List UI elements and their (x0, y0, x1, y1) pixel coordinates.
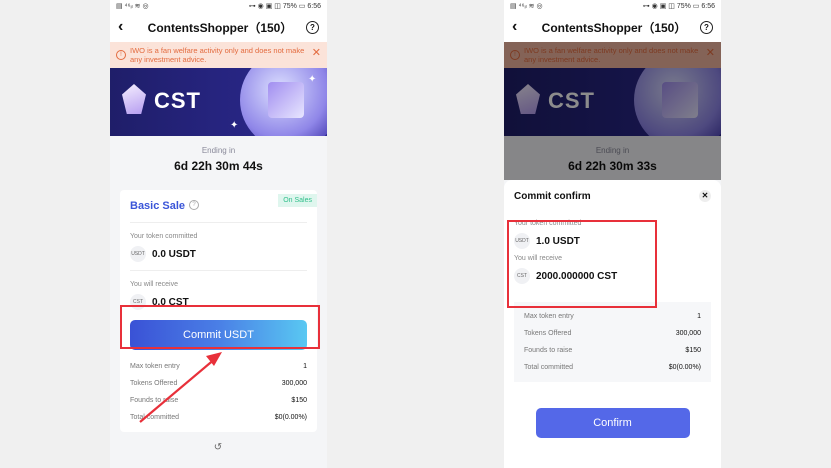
usdt-token-icon: USDT (130, 246, 146, 262)
detail-row: Tokens Offered 300,000 (524, 325, 701, 342)
detail-row: Max token entry 1 (130, 358, 307, 375)
refresh-icon[interactable]: ↺ (210, 442, 226, 458)
confirm-details: Max token entry 1 Tokens Offered 300,000 F… (514, 302, 711, 382)
row-value: $0(0.00%) (274, 414, 307, 421)
detail-row: Tokens Offered 300,000 (130, 375, 307, 392)
row-value: $150 (685, 347, 701, 354)
page-title: ContentsShopper（150） (541, 20, 687, 35)
help-icon[interactable]: ? (306, 20, 319, 34)
status-right: ⊶ ◉ ▣ ◫ 75% ▭ 6:56 (642, 3, 715, 10)
row-value: 1 (303, 363, 307, 370)
status-bar: ▤ ⁴⁶ᵢₗ ≋ ◎ ⊶ ◉ ▣ ◫ 75% ▭ 6:56 (110, 0, 327, 12)
row-value: 300,000 (675, 330, 701, 337)
ending-label: Ending in (201, 146, 236, 155)
back-icon[interactable]: ‹ (118, 18, 134, 36)
help-icon[interactable]: ? (700, 20, 713, 34)
receive-label: You will receive (130, 281, 178, 288)
row-label: Max token entry (130, 363, 180, 370)
divider (130, 270, 307, 271)
row-value: 300,000 (281, 380, 307, 387)
row-label: Max token entry (524, 313, 574, 320)
highlight-commit-summary (507, 220, 657, 308)
countdown: Ending in 6d 22h 30m 44s (110, 136, 327, 190)
notice-text: IWO is a fan welfare activity only and d… (130, 46, 305, 64)
committed-value: 0.0 USDT (152, 248, 196, 260)
row-label: Total committed (130, 414, 180, 421)
status-badge: On Sales (278, 194, 317, 207)
detail-row: Total committed $0(0.00%) (130, 409, 307, 426)
nav-bar: ‹ ContentsShopper（150） ? (110, 12, 327, 42)
row-label: Total committed (524, 364, 574, 371)
sheet-title: Commit confirm (514, 190, 591, 202)
detail-row: Founds to raise $150 (130, 392, 307, 409)
detail-row: Total committed $0(0.00%) (524, 359, 701, 376)
status-left: ▤ ⁴⁶ᵢₗ ≋ ◎ (510, 3, 543, 10)
warning-icon: ! (116, 50, 126, 60)
row-label: Tokens Offered (524, 330, 572, 337)
close-icon[interactable]: ✕ (699, 190, 711, 202)
committed-label: Your token committed (130, 233, 198, 240)
cube-graphic (268, 82, 304, 118)
brand-logo-text: CST (154, 88, 201, 113)
detail-row: Founds to raise $150 (524, 342, 701, 359)
page-title: ContentsShopper（150） (147, 20, 293, 35)
row-value: 1 (697, 313, 701, 320)
notice-banner: ! IWO is a fan welfare activity only and… (110, 42, 327, 68)
highlight-commit-button (120, 305, 320, 349)
info-icon[interactable]: ? (189, 199, 200, 210)
status-left: ▤ ⁴⁶ᵢₗ ≋ ◎ (116, 3, 149, 10)
ending-time: 6d 22h 30m 44s (174, 159, 263, 173)
detail-row: Max token entry 1 (524, 308, 701, 325)
status-bar: ▤ ⁴⁶ᵢₗ ≋ ◎ ⊶ ◉ ▣ ◫ 75% ▭ 6:56 (504, 0, 721, 12)
sparkle-icon: ✦ (230, 120, 239, 131)
divider (130, 222, 307, 223)
row-value: $150 (291, 397, 307, 404)
modal-overlay[interactable] (504, 42, 721, 180)
sale-details: Max token entry 1 Tokens Offered 300,000 F… (130, 358, 307, 426)
status-right: ⊶ ◉ ▣ ◫ 75% ▭ 6:56 (248, 3, 321, 10)
row-label: Founds to raise (130, 397, 179, 404)
gem-logo-icon (122, 84, 146, 114)
promo-banner: CST ✦ ✦ (110, 68, 327, 136)
row-value: $0(0.00%) (668, 364, 701, 371)
confirm-button[interactable]: Confirm (535, 408, 690, 438)
sale-title: Basic Sale (130, 200, 186, 212)
back-icon[interactable]: ‹ (512, 18, 528, 36)
close-icon[interactable]: ✕ (312, 48, 321, 59)
sparkle-icon: ✦ (308, 74, 317, 85)
row-label: Founds to raise (524, 347, 573, 354)
phone-screen-sale: ▤ ⁴⁶ᵢₗ ≋ ◎ ⊶ ◉ ▣ ◫ 75% ▭ 6:56 ‹ Contents… (110, 0, 327, 468)
nav-bar: ‹ ContentsShopper（150） ? (504, 12, 721, 42)
row-label: Tokens Offered (130, 380, 178, 387)
